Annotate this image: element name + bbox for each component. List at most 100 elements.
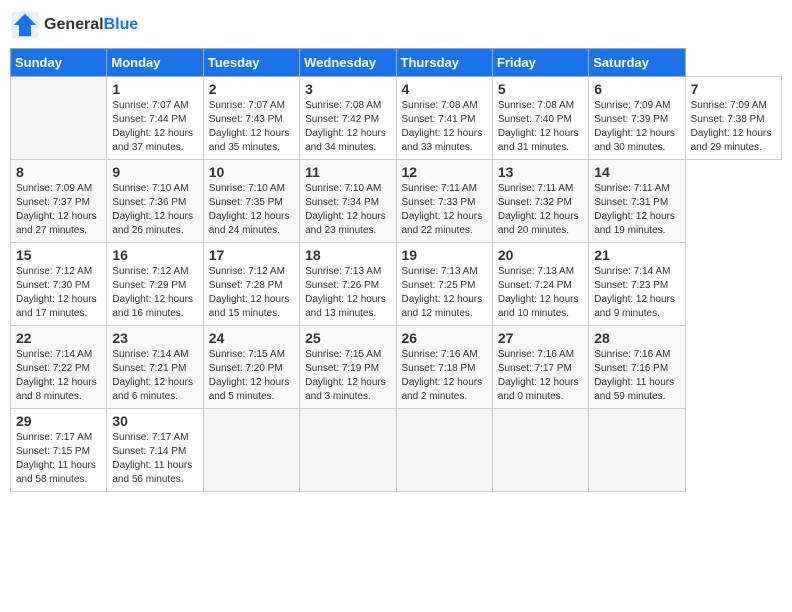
day-number: 27 <box>498 330 583 346</box>
day-header-monday: Monday <box>107 49 203 77</box>
week-row-5: 29Sunrise: 7:17 AMSunset: 7:15 PMDayligh… <box>11 409 782 492</box>
day-info: Sunrise: 7:12 AMSunset: 7:29 PMDaylight:… <box>112 265 197 321</box>
day-number: 10 <box>209 164 294 180</box>
calendar-header-row: SundayMondayTuesdayWednesdayThursdayFrid… <box>11 49 782 77</box>
calendar-cell: 16 Sunrise: 7:12 AMSunset: 7:29 PMDayligh… <box>107 243 203 326</box>
day-number: 26 <box>402 330 487 346</box>
day-info: Sunrise: 7:11 AMSunset: 7:32 PMDaylight:… <box>498 182 583 238</box>
calendar-cell: 28 Sunrise: 7:16 AMSunset: 7:16 PMDayligh… <box>589 326 685 409</box>
day-number: 22 <box>16 330 101 346</box>
day-info: Sunrise: 7:09 AMSunset: 7:39 PMDaylight:… <box>594 99 679 155</box>
day-info: Sunrise: 7:10 AMSunset: 7:34 PMDaylight:… <box>305 182 390 238</box>
day-number: 18 <box>305 247 390 263</box>
calendar-cell: 20 Sunrise: 7:13 AMSunset: 7:24 PMDayligh… <box>492 243 588 326</box>
day-info: Sunrise: 7:13 AMSunset: 7:26 PMDaylight:… <box>305 265 390 321</box>
calendar-cell: 9 Sunrise: 7:10 AMSunset: 7:36 PMDaylight… <box>107 160 203 243</box>
day-info: Sunrise: 7:11 AMSunset: 7:31 PMDaylight:… <box>594 182 679 238</box>
day-header-friday: Friday <box>492 49 588 77</box>
day-info: Sunrise: 7:09 AMSunset: 7:37 PMDaylight:… <box>16 182 101 238</box>
calendar-cell: 14 Sunrise: 7:11 AMSunset: 7:31 PMDayligh… <box>589 160 685 243</box>
calendar-cell <box>492 409 588 492</box>
day-number: 8 <box>16 164 101 180</box>
day-info: Sunrise: 7:13 AMSunset: 7:25 PMDaylight:… <box>402 265 487 321</box>
day-info: Sunrise: 7:08 AMSunset: 7:41 PMDaylight:… <box>402 99 487 155</box>
page-header: GeneralBlue <box>10 10 782 40</box>
day-header-sunday: Sunday <box>11 49 107 77</box>
day-number: 20 <box>498 247 583 263</box>
calendar-cell: 22 Sunrise: 7:14 AMSunset: 7:22 PMDayligh… <box>11 326 107 409</box>
day-info: Sunrise: 7:12 AMSunset: 7:30 PMDaylight:… <box>16 265 101 321</box>
day-number: 1 <box>112 81 197 97</box>
day-info: Sunrise: 7:15 AMSunset: 7:19 PMDaylight:… <box>305 348 390 404</box>
calendar-cell: 25 Sunrise: 7:15 AMSunset: 7:19 PMDayligh… <box>300 326 396 409</box>
calendar-cell: 13 Sunrise: 7:11 AMSunset: 7:32 PMDayligh… <box>492 160 588 243</box>
day-info: Sunrise: 7:14 AMSunset: 7:21 PMDaylight:… <box>112 348 197 404</box>
calendar-cell: 1 Sunrise: 7:07 AMSunset: 7:44 PMDaylight… <box>107 77 203 160</box>
calendar-cell: 7 Sunrise: 7:09 AMSunset: 7:38 PMDaylight… <box>685 77 781 160</box>
day-info: Sunrise: 7:14 AMSunset: 7:23 PMDaylight:… <box>594 265 679 321</box>
day-number: 23 <box>112 330 197 346</box>
day-number: 16 <box>112 247 197 263</box>
day-info: Sunrise: 7:10 AMSunset: 7:36 PMDaylight:… <box>112 182 197 238</box>
day-number: 25 <box>305 330 390 346</box>
day-info: Sunrise: 7:14 AMSunset: 7:22 PMDaylight:… <box>16 348 101 404</box>
day-number: 11 <box>305 164 390 180</box>
calendar-cell: 6 Sunrise: 7:09 AMSunset: 7:39 PMDaylight… <box>589 77 685 160</box>
day-info: Sunrise: 7:10 AMSunset: 7:35 PMDaylight:… <box>209 182 294 238</box>
day-header-wednesday: Wednesday <box>300 49 396 77</box>
day-info: Sunrise: 7:16 AMSunset: 7:17 PMDaylight:… <box>498 348 583 404</box>
day-number: 29 <box>16 413 101 429</box>
day-header-tuesday: Tuesday <box>203 49 299 77</box>
day-number: 6 <box>594 81 679 97</box>
day-number: 12 <box>402 164 487 180</box>
day-info: Sunrise: 7:15 AMSunset: 7:20 PMDaylight:… <box>209 348 294 404</box>
day-number: 19 <box>402 247 487 263</box>
day-number: 9 <box>112 164 197 180</box>
calendar-cell: 10 Sunrise: 7:10 AMSunset: 7:35 PMDayligh… <box>203 160 299 243</box>
calendar-cell <box>203 409 299 492</box>
day-info: Sunrise: 7:13 AMSunset: 7:24 PMDaylight:… <box>498 265 583 321</box>
day-number: 24 <box>209 330 294 346</box>
calendar-cell: 27 Sunrise: 7:16 AMSunset: 7:17 PMDayligh… <box>492 326 588 409</box>
calendar-table: SundayMondayTuesdayWednesdayThursdayFrid… <box>10 48 782 492</box>
day-info: Sunrise: 7:08 AMSunset: 7:42 PMDaylight:… <box>305 99 390 155</box>
calendar-cell <box>11 77 107 160</box>
calendar-cell: 23 Sunrise: 7:14 AMSunset: 7:21 PMDayligh… <box>107 326 203 409</box>
day-info: Sunrise: 7:08 AMSunset: 7:40 PMDaylight:… <box>498 99 583 155</box>
day-number: 30 <box>112 413 197 429</box>
calendar-cell: 21 Sunrise: 7:14 AMSunset: 7:23 PMDayligh… <box>589 243 685 326</box>
day-info: Sunrise: 7:07 AMSunset: 7:44 PMDaylight:… <box>112 99 197 155</box>
day-info: Sunrise: 7:11 AMSunset: 7:33 PMDaylight:… <box>402 182 487 238</box>
calendar-cell <box>300 409 396 492</box>
calendar-cell: 8 Sunrise: 7:09 AMSunset: 7:37 PMDaylight… <box>11 160 107 243</box>
day-number: 14 <box>594 164 679 180</box>
day-info: Sunrise: 7:07 AMSunset: 7:43 PMDaylight:… <box>209 99 294 155</box>
day-number: 7 <box>691 81 776 97</box>
calendar-cell: 5Sunrise: 7:08 AMSunset: 7:40 PMDaylight… <box>492 77 588 160</box>
week-row-4: 22 Sunrise: 7:14 AMSunset: 7:22 PMDayligh… <box>11 326 782 409</box>
calendar-cell: 11 Sunrise: 7:10 AMSunset: 7:34 PMDayligh… <box>300 160 396 243</box>
day-number: 15 <box>16 247 101 263</box>
calendar-cell: 2 Sunrise: 7:07 AMSunset: 7:43 PMDaylight… <box>203 77 299 160</box>
calendar-cell: 30 Sunrise: 7:17 AMSunset: 7:14 PMDayligh… <box>107 409 203 492</box>
calendar-cell: 4Sunrise: 7:08 AMSunset: 7:41 PMDaylight… <box>396 77 492 160</box>
day-info: Sunrise: 7:16 AMSunset: 7:16 PMDaylight:… <box>594 348 679 404</box>
day-number: 2 <box>209 81 294 97</box>
day-header-thursday: Thursday <box>396 49 492 77</box>
day-info: Sunrise: 7:16 AMSunset: 7:18 PMDaylight:… <box>402 348 487 404</box>
logo-text: GeneralBlue <box>44 16 138 34</box>
day-number: 17 <box>209 247 294 263</box>
calendar-cell <box>396 409 492 492</box>
week-row-2: 8 Sunrise: 7:09 AMSunset: 7:37 PMDaylight… <box>11 160 782 243</box>
day-info: Sunrise: 7:09 AMSunset: 7:38 PMDaylight:… <box>691 99 776 155</box>
calendar-cell: 24 Sunrise: 7:15 AMSunset: 7:20 PMDayligh… <box>203 326 299 409</box>
day-number: 3 <box>305 81 390 97</box>
calendar-cell: 17Sunrise: 7:12 AMSunset: 7:28 PMDayligh… <box>203 243 299 326</box>
day-info: Sunrise: 7:17 AMSunset: 7:14 PMDaylight:… <box>112 431 197 487</box>
week-row-1: 1 Sunrise: 7:07 AMSunset: 7:44 PMDaylight… <box>11 77 782 160</box>
logo-icon <box>10 10 40 40</box>
day-number: 13 <box>498 164 583 180</box>
calendar-cell: 12 Sunrise: 7:11 AMSunset: 7:33 PMDayligh… <box>396 160 492 243</box>
day-number: 21 <box>594 247 679 263</box>
day-number: 28 <box>594 330 679 346</box>
